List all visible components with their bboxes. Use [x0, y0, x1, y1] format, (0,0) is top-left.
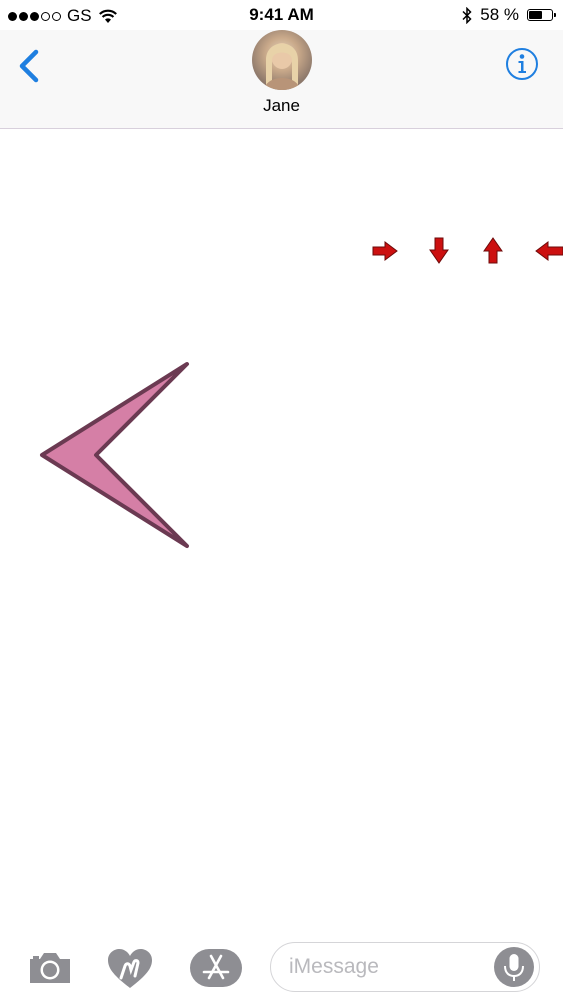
bluetooth-icon — [462, 6, 472, 24]
avatar[interactable] — [252, 30, 312, 90]
digital-touch-heart-icon[interactable] — [107, 948, 153, 990]
status-right: 58 % — [462, 5, 556, 25]
battery-level-fill — [529, 11, 542, 19]
conversation-header: Jane — [0, 30, 563, 129]
microphone-button[interactable] — [494, 947, 534, 987]
app-store-icon[interactable] — [189, 948, 243, 988]
battery-icon — [527, 9, 556, 21]
info-icon[interactable] — [505, 47, 539, 81]
imessage-field[interactable] — [270, 942, 540, 992]
compose-toolbar — [0, 938, 563, 1000]
big-left-arrow-sticker[interactable] — [30, 350, 200, 560]
arrow-down-icon[interactable] — [428, 237, 450, 264]
battery-percent: 58 % — [480, 5, 519, 24]
arrow-right-icon[interactable] — [372, 240, 398, 262]
arrow-up-icon[interactable] — [482, 237, 504, 264]
microphone-icon — [504, 954, 524, 981]
arrow-left-icon[interactable] — [535, 240, 563, 262]
contact-name[interactable]: Jane — [0, 96, 563, 116]
imessage-input[interactable] — [289, 951, 479, 983]
messages-screen: GS 9:41 AM 58 % Jane iMessage — [0, 0, 563, 1000]
camera-icon[interactable] — [27, 950, 73, 986]
back-chevron-icon[interactable] — [14, 46, 44, 86]
avatar-photo — [264, 43, 300, 90]
status-bar: GS 9:41 AM 58 % — [0, 0, 563, 30]
